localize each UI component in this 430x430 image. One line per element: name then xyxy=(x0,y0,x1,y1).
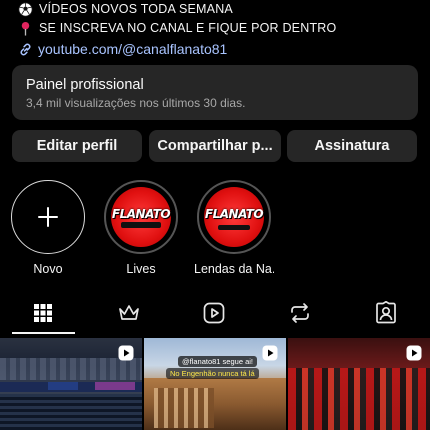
reel-badge-icon xyxy=(118,345,134,361)
highlight-label: Lendas da Na... xyxy=(194,262,274,276)
professional-dashboard-views: 3,4 mil visualizações nos últimos 30 dia… xyxy=(26,96,246,110)
profile-bio: VÍDEOS NOVOS TODA SEMANA SE INSCREVA NO … xyxy=(18,0,418,60)
professional-dashboard-card[interactable]: Painel profissional 3,4 mil visualizaçõe… xyxy=(12,65,418,120)
tab-subscriber-content[interactable] xyxy=(99,295,159,331)
bio-line-1-text: VÍDEOS NOVOS TODA SEMANA xyxy=(39,2,233,16)
tab-tagged[interactable] xyxy=(356,295,416,331)
bio-line-1: VÍDEOS NOVOS TODA SEMANA xyxy=(18,0,418,19)
soccer-ball-icon xyxy=(18,2,33,17)
highlight-label: Novo xyxy=(33,262,63,276)
bio-line-2-text: SE INSCREVA NO CANAL E FIQUE POR DENTRO xyxy=(39,21,337,35)
professional-dashboard-title: Painel profissional xyxy=(26,77,144,93)
flanato-logo: FLANATO xyxy=(204,207,264,221)
tab-reels[interactable] xyxy=(184,295,244,331)
highlight-label: Lives xyxy=(126,262,156,276)
highlight-lendas[interactable]: FLANATO Lendas da Na... xyxy=(194,180,274,276)
active-tab-indicator xyxy=(12,332,75,334)
pin-icon xyxy=(21,21,30,36)
reel-badge-icon xyxy=(406,345,422,361)
post-thumbnail[interactable] xyxy=(288,338,430,430)
highlight-new[interactable]: Novo xyxy=(10,180,86,276)
reposts-icon xyxy=(291,303,309,323)
highlight-cover[interactable]: FLANATO xyxy=(197,180,271,254)
tab-reposts[interactable] xyxy=(270,295,330,331)
grid-icon xyxy=(34,304,52,322)
post-caption-middle: No Engenhão nunca tá lá xyxy=(166,368,259,379)
crown-icon xyxy=(119,305,139,320)
bio-link-text[interactable]: youtube.com/@canalflanato81 xyxy=(38,38,227,60)
share-profile-button[interactable]: Compartilhar p... xyxy=(149,130,281,162)
post-thumbnail[interactable]: @flanato81 segue ai! No Engenhão nunca t… xyxy=(144,338,286,430)
link-icon xyxy=(20,43,31,55)
tagged-icon xyxy=(376,301,396,324)
bio-line-2: SE INSCREVA NO CANAL E FIQUE POR DENTRO xyxy=(18,19,418,38)
edit-profile-button[interactable]: Editar perfil xyxy=(12,130,142,162)
plus-icon xyxy=(38,207,58,227)
highlight-lives[interactable]: FLANATO Lives xyxy=(103,180,179,276)
post-thumbnail[interactable] xyxy=(0,338,142,430)
reel-badge-icon xyxy=(262,345,278,361)
new-highlight-circle[interactable] xyxy=(11,180,85,254)
post-caption-top: @flanato81 segue ai! xyxy=(178,356,257,367)
reels-icon xyxy=(203,302,225,324)
tab-grid[interactable] xyxy=(13,295,73,331)
flanato-logo: FLANATO xyxy=(111,207,171,221)
bio-link[interactable]: youtube.com/@canalflanato81 xyxy=(18,38,418,60)
subscription-button[interactable]: Assinatura xyxy=(287,130,417,162)
profile-tabs xyxy=(0,295,430,335)
highlight-cover[interactable]: FLANATO xyxy=(104,180,178,254)
